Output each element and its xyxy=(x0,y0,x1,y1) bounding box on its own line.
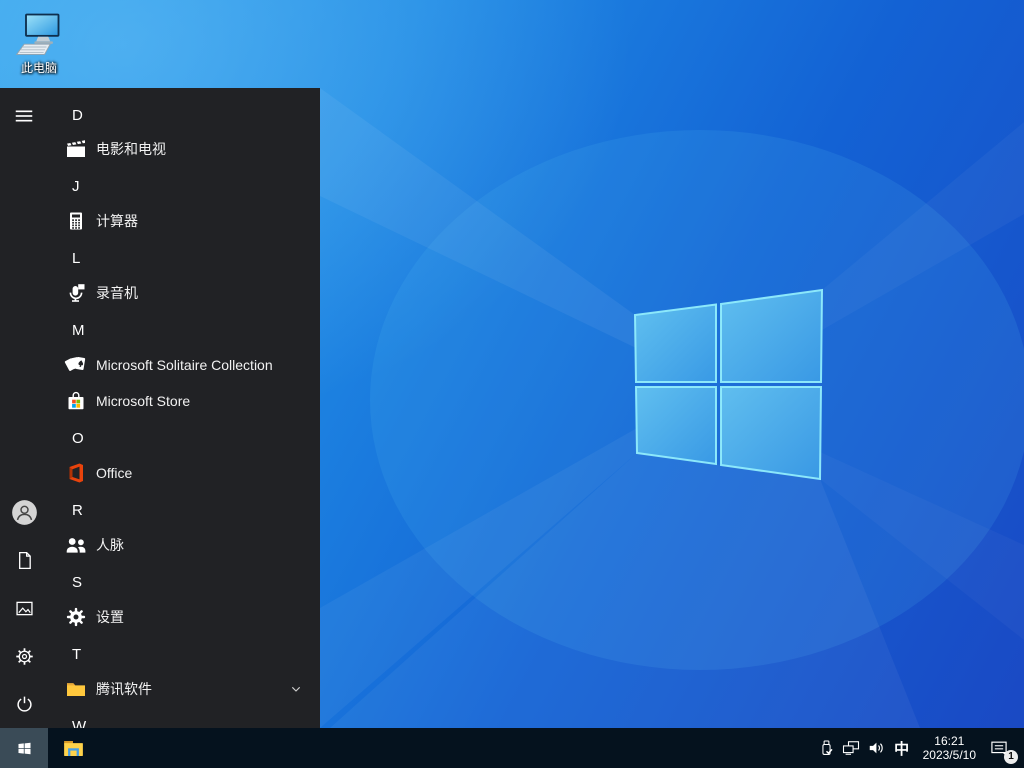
this-pc-icon xyxy=(15,13,60,55)
app-label: Microsoft Solitaire Collection xyxy=(96,357,273,373)
documents-icon xyxy=(18,551,31,569)
file-explorer-icon xyxy=(63,740,83,756)
office-icon xyxy=(69,463,83,483)
windows-logo-icon xyxy=(17,742,31,754)
this-pc-desktop-icon[interactable]: 此电脑 xyxy=(8,10,70,76)
hamburger-menu-icon xyxy=(15,110,33,122)
section-letter-d[interactable]: D xyxy=(72,103,83,129)
start-button[interactable] xyxy=(0,728,48,768)
app-label: 计算器 xyxy=(96,213,138,229)
documents-button[interactable] xyxy=(0,536,48,584)
this-pc-label: 此电脑 xyxy=(20,61,57,75)
movies-tv-icon xyxy=(67,140,85,157)
app-settings[interactable]: 设置 xyxy=(48,599,320,635)
screen: 此电脑 D 电影和电视 J 计算器 L 录音机 M Microsoft Soli… xyxy=(0,0,1024,768)
app-voice-recorder[interactable]: 录音机 xyxy=(48,275,320,311)
settings-gear-icon xyxy=(15,647,33,665)
clock-date: 2023/5/10 xyxy=(922,748,976,762)
volume-icon xyxy=(869,742,883,754)
section-letter-w[interactable]: W xyxy=(72,714,86,728)
section-letter-t[interactable]: T xyxy=(72,642,81,668)
voice-recorder-icon xyxy=(69,284,85,302)
app-people[interactable]: 人脉 xyxy=(48,527,320,563)
section-letter-s[interactable]: S xyxy=(72,570,82,596)
settings-rail-button[interactable] xyxy=(0,632,48,680)
section-letter-r[interactable]: R xyxy=(72,498,83,524)
app-microsoft-store[interactable]: Microsoft Store xyxy=(48,383,320,419)
expand-menu-button[interactable] xyxy=(0,92,48,140)
app-label: Office xyxy=(96,465,133,481)
folder-icon xyxy=(67,683,85,696)
user-avatar-icon xyxy=(11,499,37,525)
solitaire-icon xyxy=(64,356,86,371)
pictures-button[interactable] xyxy=(0,584,48,632)
network-icon xyxy=(843,741,860,755)
app-calculator[interactable]: 计算器 xyxy=(48,203,320,239)
taskbar-clock[interactable]: 16:21 2023/5/10 xyxy=(915,734,984,762)
taskbar: 中 16:21 2023/5/10 1 xyxy=(0,728,1024,768)
ime-indicator[interactable]: 中 xyxy=(889,738,915,759)
usb-safely-remove-tray-button[interactable] xyxy=(814,728,839,768)
power-icon xyxy=(16,696,32,712)
store-icon xyxy=(68,391,84,410)
power-button[interactable] xyxy=(0,680,48,728)
chevron-down-icon[interactable] xyxy=(288,681,304,697)
network-tray-button[interactable] xyxy=(839,728,864,768)
app-label: 电影和电视 xyxy=(96,141,166,157)
system-tray: 中 16:21 2023/5/10 1 xyxy=(814,728,1024,768)
app-tencent-folder[interactable]: 腾讯软件 xyxy=(48,671,320,707)
app-label: Microsoft Store xyxy=(96,393,191,409)
notification-badge: 1 xyxy=(1004,750,1018,764)
app-label: 人脉 xyxy=(96,537,124,553)
volume-tray-button[interactable] xyxy=(864,728,889,768)
calculator-icon xyxy=(70,212,82,230)
people-icon xyxy=(66,538,86,553)
section-letter-l[interactable]: L xyxy=(72,246,80,272)
section-letter-o[interactable]: O xyxy=(72,426,84,452)
app-label: 录音机 xyxy=(96,285,138,301)
start-menu: D 电影和电视 J 计算器 L 录音机 M Microsoft Solitair… xyxy=(0,88,320,728)
settings-app-icon xyxy=(66,607,86,627)
section-letter-j[interactable]: J xyxy=(72,174,80,200)
app-movies-tv[interactable]: 电影和电视 xyxy=(48,131,320,167)
clock-time: 16:21 xyxy=(934,734,965,748)
start-menu-app-list: D 电影和电视 J 计算器 L 录音机 M Microsoft Solitair… xyxy=(48,88,320,728)
pictures-icon xyxy=(15,601,33,615)
app-label: 设置 xyxy=(96,609,124,625)
app-label: 腾讯软件 xyxy=(96,681,152,697)
usb-safely-remove-icon xyxy=(822,739,833,755)
file-explorer-taskbar-button[interactable] xyxy=(50,728,96,768)
app-office[interactable]: Office xyxy=(48,455,320,491)
start-menu-rail xyxy=(0,88,48,728)
action-center-button[interactable]: 1 xyxy=(984,728,1018,768)
app-microsoft-solitaire-collection[interactable]: Microsoft Solitaire Collection xyxy=(48,347,320,383)
section-letter-m[interactable]: M xyxy=(72,318,85,344)
user-account-button[interactable] xyxy=(0,488,48,536)
